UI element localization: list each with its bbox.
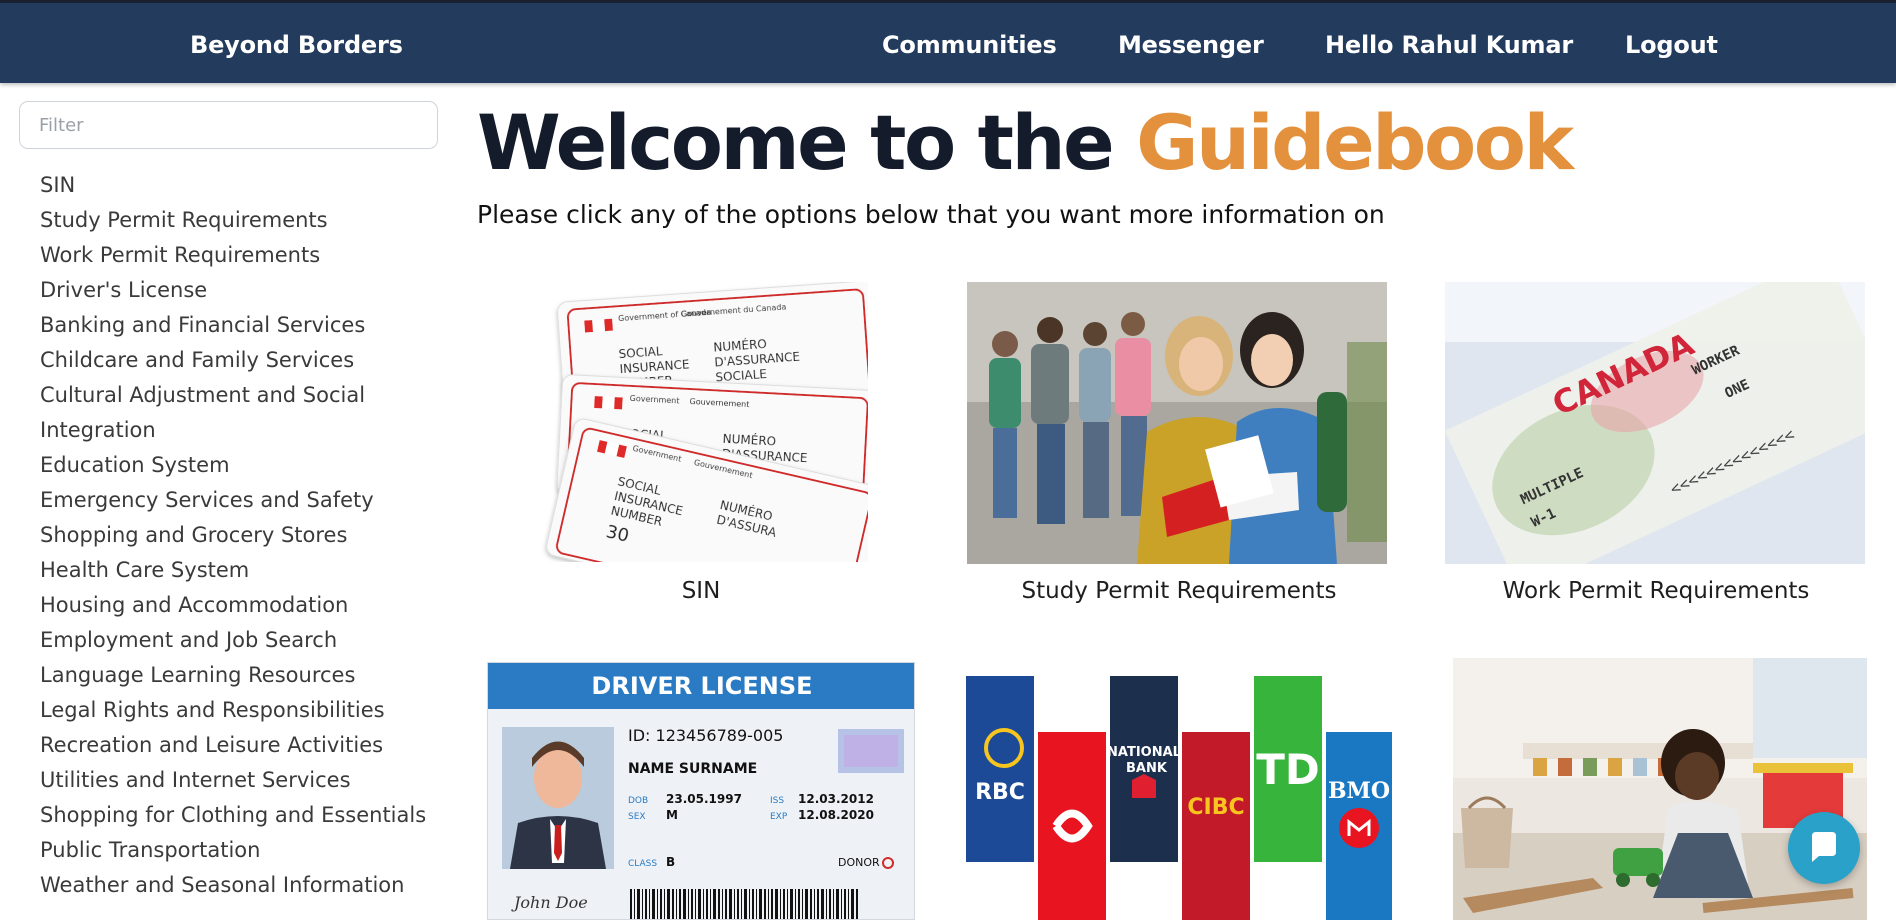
sidebar-item-emergency[interactable]: Emergency Services and Safety: [40, 483, 440, 518]
card-work-permit[interactable]: CANADA WORKER MULTIPLE ONE W-1 <<<<<<<<<…: [1445, 282, 1867, 612]
sidebar-item-study-permit[interactable]: Study Permit Requirements: [40, 203, 440, 238]
sidebar-item-drivers-license[interactable]: Driver's License: [40, 273, 440, 308]
nav-logout[interactable]: Logout: [1625, 3, 1718, 83]
drivers-license-image: DRIVER LICENSE ID: 123456789-005 NAME SU…: [487, 662, 915, 920]
sidebar-item-shopping-grocery[interactable]: Shopping and Grocery Stores: [40, 518, 440, 553]
sidebar-item-employment[interactable]: Employment and Job Search: [40, 623, 440, 658]
svg-text:TD: TD: [1256, 745, 1320, 794]
svg-text:DONOR: DONOR: [838, 856, 880, 869]
sidebar-item-recreation[interactable]: Recreation and Leisure Activities: [40, 728, 440, 763]
chat-button[interactable]: [1788, 812, 1860, 884]
svg-text:CLASS: CLASS: [628, 859, 657, 869]
chat-bubble-icon: [1812, 832, 1836, 862]
svg-text:RBC: RBC: [975, 780, 1025, 805]
sidebar-item-childcare[interactable]: Childcare and Family Services: [40, 343, 440, 378]
svg-text:SEX: SEX: [628, 812, 646, 822]
card-drivers-license[interactable]: DRIVER LICENSE ID: 123456789-005 NAME SU…: [487, 662, 915, 920]
sidebar-item-housing[interactable]: Housing and Accommodation: [40, 588, 440, 623]
sidebar-item-education[interactable]: Education System: [40, 448, 440, 483]
card-banking[interactable]: RBC NATIONAL BANK CIBC TD BMO: [966, 676, 1392, 920]
page-title: Welcome to the Guidebook: [477, 98, 1574, 187]
card-work-permit-label: Work Permit Requirements: [1502, 578, 1810, 604]
svg-text:John Doe: John Doe: [511, 893, 588, 912]
sidebar-item-utilities[interactable]: Utilities and Internet Services: [40, 763, 440, 798]
svg-text:DOB: DOB: [628, 796, 648, 806]
study-permit-image: [967, 282, 1387, 564]
svg-text:NAME SURNAME: NAME SURNAME: [628, 761, 757, 777]
svg-text:B: B: [666, 855, 675, 869]
sidebar-item-health-care[interactable]: Health Care System: [40, 553, 440, 588]
nav-communities[interactable]: Communities: [882, 3, 1057, 83]
svg-text:DRIVER LICENSE: DRIVER LICENSE: [591, 672, 812, 700]
svg-text:BANK: BANK: [1126, 761, 1168, 776]
nav-messenger[interactable]: Messenger: [1118, 3, 1264, 83]
sidebar-item-legal[interactable]: Legal Rights and Responsibilities: [40, 693, 440, 728]
card-sin-label: SIN: [681, 578, 721, 604]
svg-text:ID: 123456789-005: ID: 123456789-005: [628, 726, 783, 745]
sidebar-item-cultural-adjustment[interactable]: Cultural Adjustment and Social Integrati…: [40, 378, 440, 448]
page-title-prefix: Welcome to the: [477, 98, 1137, 187]
sidebar-item-language[interactable]: Language Learning Resources: [40, 658, 440, 693]
nav-user-greeting[interactable]: Hello Rahul Kumar: [1325, 3, 1573, 83]
sidebar-item-banking[interactable]: Banking and Financial Services: [40, 308, 440, 343]
svg-text:BMO: BMO: [1328, 778, 1390, 804]
filter-input[interactable]: [19, 101, 438, 149]
banking-image: RBC NATIONAL BANK CIBC TD BMO: [966, 676, 1392, 920]
card-study-permit-label: Study Permit Requirements: [1021, 578, 1337, 604]
svg-text:EXP: EXP: [770, 812, 788, 822]
sidebar-item-public-transportation[interactable]: Public Transportation: [40, 833, 440, 868]
page-title-highlight: Guidebook: [1136, 98, 1574, 187]
svg-text:12.03.2012: 12.03.2012: [798, 792, 874, 806]
svg-text:NUMÉRO: NUMÉRO: [722, 431, 776, 449]
svg-text:M: M: [666, 808, 678, 822]
svg-text:23.05.1997: 23.05.1997: [666, 792, 742, 806]
sin-card-image: Government of Canada Gouvernement du Can…: [538, 282, 868, 562]
sidebar-item-weather[interactable]: Weather and Seasonal Information: [40, 868, 440, 903]
sidebar-item-work-permit[interactable]: Work Permit Requirements: [40, 238, 440, 273]
card-study-permit[interactable]: Study Permit Requirements: [967, 282, 1391, 612]
navbar: Beyond Borders Communities Messenger Hel…: [0, 3, 1896, 83]
sidebar-item-sin[interactable]: SIN: [40, 168, 440, 203]
brand-link[interactable]: Beyond Borders: [190, 3, 403, 83]
svg-text:NATIONAL: NATIONAL: [1107, 745, 1181, 760]
sidebar-topic-list: SIN Study Permit Requirements Work Permi…: [40, 168, 440, 903]
svg-text:ISS: ISS: [770, 796, 784, 806]
sidebar-item-shopping-clothing[interactable]: Shopping for Clothing and Essentials: [40, 798, 440, 833]
work-permit-image: CANADA WORKER MULTIPLE ONE W-1 <<<<<<<<<…: [1445, 282, 1865, 564]
card-sin[interactable]: Government of Canada Gouvernement du Can…: [478, 282, 924, 612]
svg-text:12.08.2020: 12.08.2020: [798, 808, 874, 822]
svg-text:CIBC: CIBC: [1187, 795, 1244, 820]
page-subtitle: Please click any of the options below th…: [477, 200, 1385, 229]
